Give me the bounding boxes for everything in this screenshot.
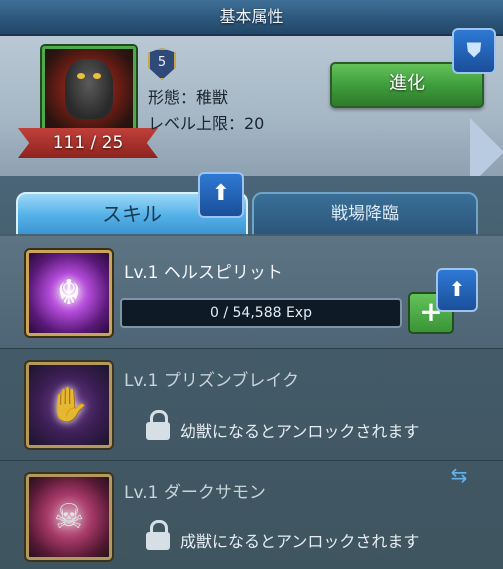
dark-summon-skill-icon[interactable]: ☠ [26, 474, 112, 560]
shield-gem-icon[interactable]: ⛊ [452, 28, 496, 74]
prison-break-skill-icon[interactable]: ✋ [26, 362, 112, 448]
up-arrow-icon: ⬆ [436, 268, 478, 312]
chain-hand-glyph-icon: ✋ [47, 385, 91, 425]
portrait-face [65, 59, 113, 119]
skill-name: Lv.1 プリズンブレイク [124, 371, 299, 391]
form-text: 形態：稚獣 [148, 88, 229, 107]
swap-icon[interactable]: ⇆ [444, 462, 474, 488]
unlock-condition-text: 幼獣になるとアンロックされます [180, 422, 420, 441]
hell-spirit-skill-icon[interactable]: ☬ [26, 250, 112, 336]
level-count-ribbon: 111 / 25 [18, 128, 158, 158]
portrait-eye-icon [93, 73, 101, 79]
page-title: 基本属性 [0, 0, 503, 36]
spirit-glyph-icon: ☬ [56, 273, 82, 313]
portrait-eye-icon [77, 73, 85, 79]
row-divider [0, 460, 503, 461]
row-divider [0, 348, 503, 349]
level-cap-text: レベル上限：20 [148, 114, 265, 133]
skill-name: Lv.1 ダークサモン [124, 483, 266, 503]
up-arrow-icon: ⬆ [198, 172, 244, 218]
skill-exp-bar: 0 / 54,588 Exp [120, 298, 402, 328]
hero-portrait[interactable] [42, 46, 136, 140]
lock-icon [146, 410, 170, 440]
skill-name: Lv.1 ヘルスピリット [124, 263, 283, 283]
lock-icon [146, 520, 170, 550]
unlock-condition-text: 成獣になるとアンロックされます [180, 532, 420, 551]
skull-glyph-icon: ☠ [53, 497, 85, 537]
tab-battlefield[interactable]: 戦場降臨 [252, 192, 478, 238]
